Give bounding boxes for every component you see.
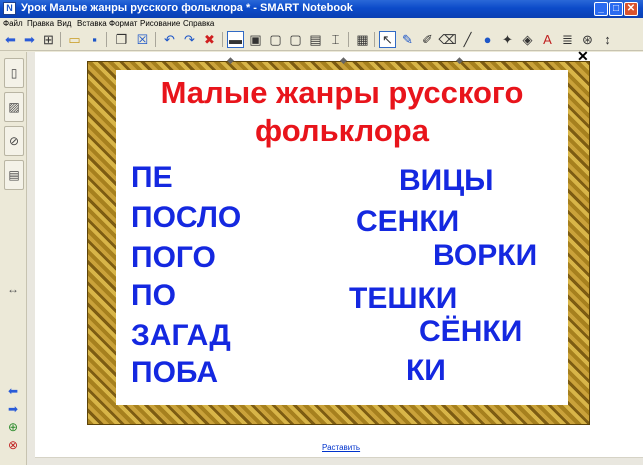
next-page-icon[interactable]: ➡ — [5, 402, 21, 416]
separator — [60, 32, 61, 47]
attachments-icon[interactable]: ⊘ — [4, 126, 24, 156]
arrange-link[interactable]: Раставить — [322, 443, 360, 452]
word-fragment-left[interactable]: ЗАГАД — [131, 320, 231, 352]
capture-icon[interactable]: ▤ — [307, 31, 324, 48]
gallery-icon[interactable]: ▨ — [4, 92, 24, 122]
redo-icon[interactable]: ↷ — [181, 31, 198, 48]
document-camera-icon[interactable]: ⌶ — [327, 31, 344, 48]
resize-arrows-icon[interactable]: ↔ — [5, 282, 21, 296]
properties-tab-icon[interactable]: ▤ — [4, 160, 24, 190]
horizontal-scrollbar[interactable] — [35, 457, 643, 465]
word-fragment-left[interactable]: ПО — [131, 280, 176, 312]
menu-help[interactable]: Справка — [183, 18, 214, 29]
dual-display-icon[interactable]: ▢ — [267, 31, 284, 48]
properties-icon[interactable]: ⊛ — [579, 31, 596, 48]
separator — [348, 32, 349, 47]
undo-icon[interactable]: ↶ — [161, 31, 178, 48]
delete-page-small-icon[interactable]: ⊗ — [5, 438, 21, 452]
title-bar: N Урок Малые жанры русского фольклора * … — [0, 0, 643, 18]
display-icon[interactable]: ▢ — [287, 31, 304, 48]
word-fragment-left[interactable]: ПОСЛО — [131, 202, 241, 234]
pen-icon[interactable]: ✎ — [399, 31, 416, 48]
screen-shade-icon[interactable]: ▬ — [227, 31, 244, 48]
text-icon[interactable]: A — [539, 31, 556, 48]
frame-close-icon[interactable]: ✕ — [577, 49, 589, 63]
close-button[interactable]: ✕ — [624, 2, 638, 16]
window-title: Урок Малые жанры русского фольклора * - … — [21, 2, 353, 14]
page-sorter-icon[interactable]: ▯ — [4, 58, 24, 88]
word-fragment-left[interactable]: ПОГО — [131, 242, 216, 274]
word-fragment-left[interactable]: ПЕ — [131, 162, 173, 194]
creative-pen-icon[interactable]: ✐ — [419, 31, 436, 48]
word-fragment-right[interactable]: СЕНКИ — [356, 206, 459, 238]
pin-icon: ◆ — [456, 55, 463, 65]
word-fragment-left[interactable]: ПОБА — [131, 357, 218, 389]
toolbar: ⬅ ➡ ⊞ ▭ ▪ ❐ ☒ ↶ ↷ ✖ ▬ ▣ ▢ ▢ ▤ ⌶ ▦ ↖ ✎ ✐ … — [0, 29, 643, 51]
menu-bar: Файл Правка Вид Вставка Формат Рисование… — [0, 18, 643, 29]
full-screen-icon[interactable]: ▣ — [247, 31, 264, 48]
font-icon[interactable]: ≣ — [559, 31, 576, 48]
select-icon[interactable]: ↖ — [379, 31, 396, 48]
back-icon[interactable]: ⬅ — [2, 31, 19, 48]
menu-insert[interactable]: Вставка — [77, 18, 107, 29]
eraser-icon[interactable]: ⌫ — [438, 31, 456, 48]
line-icon[interactable]: ╱ — [459, 31, 476, 48]
open-icon[interactable]: ▭ — [66, 31, 83, 48]
save-icon[interactable]: ▪ — [86, 31, 103, 48]
vertical-scrollbar[interactable] — [27, 52, 35, 465]
word-fragment-right[interactable]: СЁНКИ — [419, 316, 522, 348]
word-fragment-right[interactable]: ВОРКИ — [433, 240, 537, 272]
word-fragment-right[interactable]: КИ — [406, 355, 446, 387]
paste-icon[interactable]: ❐ — [113, 31, 130, 48]
magic-pen-icon[interactable]: ✦ — [499, 31, 516, 48]
shape-icon[interactable]: ● — [479, 31, 496, 48]
menu-view[interactable]: Вид — [57, 18, 71, 29]
menu-draw[interactable]: Рисование — [140, 18, 180, 29]
add-page-small-icon[interactable]: ⊕ — [5, 420, 21, 434]
delete-icon[interactable]: ✖ — [201, 31, 218, 48]
forward-icon[interactable]: ➡ — [21, 31, 38, 48]
fill-icon[interactable]: ◈ — [519, 31, 536, 48]
separator — [222, 32, 223, 47]
minimize-button[interactable]: _ — [594, 2, 608, 16]
maximize-button[interactable]: □ — [609, 2, 623, 16]
add-page-icon[interactable]: ⊞ — [40, 31, 57, 48]
menu-edit[interactable]: Правка — [27, 18, 54, 29]
word-fragment-right[interactable]: ВИЦЫ — [399, 165, 494, 197]
more-icon[interactable]: ↕ — [599, 31, 616, 48]
delete-page-icon[interactable]: ☒ — [134, 31, 151, 48]
separator — [106, 32, 107, 47]
pin-icon: ◆ — [340, 55, 347, 65]
pin-icon: ◆ — [227, 55, 234, 65]
slide-title: Малые жанры русского фольклора — [160, 75, 524, 148]
table-icon[interactable]: ▦ — [354, 31, 371, 48]
separator — [374, 32, 375, 47]
menu-format[interactable]: Формат — [109, 18, 137, 29]
sidebar: ▯ ▨ ⊘ ▤ ↔ ⬅ ➡ ⊕ ⊗ — [0, 52, 27, 465]
back-page-icon[interactable]: ⬅ — [5, 384, 21, 398]
separator — [155, 32, 156, 47]
word-fragment-right[interactable]: ТЕШКИ — [349, 283, 457, 315]
app-icon[interactable]: N — [3, 2, 16, 15]
menu-file[interactable]: Файл — [3, 18, 23, 29]
